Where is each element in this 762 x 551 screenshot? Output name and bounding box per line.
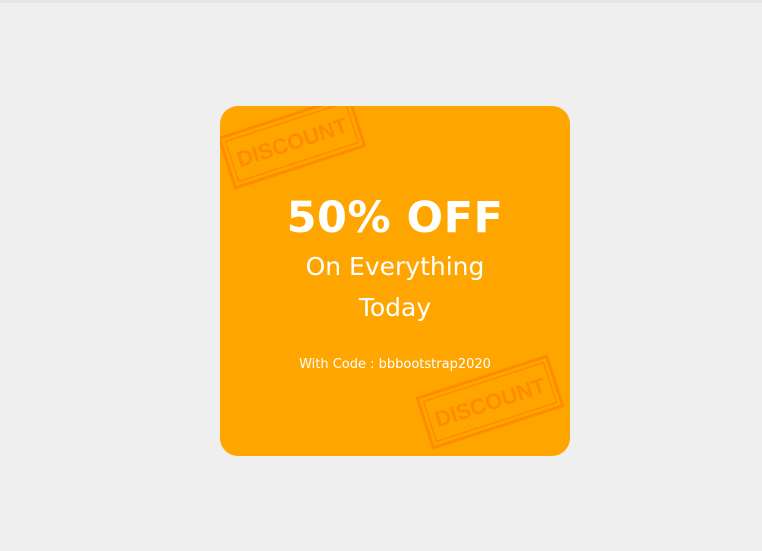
offer-subline-everything: On Everything xyxy=(305,252,485,281)
offer-subline-today: Today xyxy=(358,293,432,322)
discount-stamp-top: DISCOUNT xyxy=(220,106,367,190)
coupon-card: DISCOUNT 50% OFF On Everything Today Wit… xyxy=(220,106,570,456)
discount-headline: 50% OFF xyxy=(286,193,504,243)
top-divider xyxy=(0,0,762,3)
